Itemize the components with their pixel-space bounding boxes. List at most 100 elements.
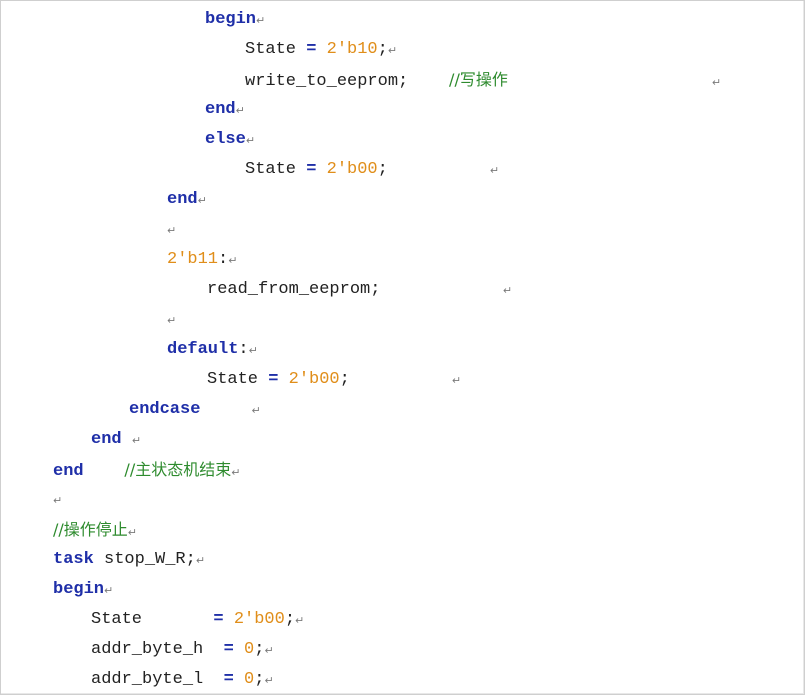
paragraph-mark: ↵ — [295, 614, 305, 627]
operator: = — [223, 670, 234, 689]
paragraph-mark: ↵ — [231, 466, 241, 479]
keyword: end — [91, 430, 122, 449]
code-text: State — [245, 160, 307, 179]
paragraph-mark: ↵ — [195, 554, 206, 567]
code-line: end //主状态机结束↵ — [53, 458, 240, 482]
code-line: endcase ↵ — [129, 398, 261, 422]
keyword: task — [53, 550, 94, 569]
paragraph-mark: ↵ — [53, 494, 63, 507]
code-line: ↵ — [167, 308, 176, 332]
keyword: end — [167, 190, 198, 209]
code-text: ; — [284, 610, 296, 629]
paragraph-mark: ↵ — [104, 584, 114, 597]
operator: = — [268, 370, 279, 389]
code-line: end↵ — [205, 98, 245, 122]
code-line: State = 2'b00;↵ — [91, 608, 304, 632]
paragraph-mark: ↵ — [167, 224, 177, 237]
code-text: : — [238, 340, 249, 359]
code-line: State = 2'b00; ↵ — [245, 158, 499, 182]
paragraph-mark: ↵ — [387, 44, 398, 57]
paragraph-mark: ↵ — [489, 164, 500, 177]
paragraph-mark: ↵ — [197, 194, 207, 207]
number-literal: 0 — [244, 640, 255, 659]
operator: = — [223, 640, 234, 659]
paragraph-mark: ↵ — [264, 674, 274, 687]
code-line: ↵ — [53, 488, 62, 512]
code-line: State = 2'b00; ↵ — [207, 368, 461, 392]
code-text: : — [218, 250, 229, 269]
number-literal: 0 — [244, 670, 255, 689]
code-line: ↵ — [167, 218, 176, 242]
code-line: read_from_eeprom; ↵ — [207, 278, 512, 302]
code-text: State — [207, 370, 269, 389]
code-line: end ↵ — [91, 428, 141, 452]
number-literal: 2'b00 — [233, 610, 285, 629]
code-line: end↵ — [167, 188, 207, 212]
code-line: begin↵ — [53, 578, 113, 602]
paragraph-mark: ↵ — [235, 104, 245, 117]
code-text: addr_byte_l — [91, 670, 224, 689]
operator: = — [306, 40, 317, 59]
keyword: begin — [205, 10, 257, 29]
code-line: else↵ — [205, 128, 255, 152]
paragraph-mark: ↵ — [245, 134, 256, 147]
code-text: read_from_eeprom; — [207, 280, 381, 299]
code-line: State = 2'b10;↵ — [245, 38, 397, 62]
code-text: stop_W_R; — [93, 550, 196, 569]
operator: = — [213, 610, 224, 629]
paragraph-mark: ↵ — [228, 254, 238, 267]
paragraph-mark: ↵ — [127, 526, 138, 539]
code-line: addr_byte_l = 0;↵ — [91, 668, 274, 692]
code-text: write_to_eeprom; — [245, 72, 409, 91]
number-literal: 2'b00 — [288, 370, 340, 389]
code-text: ; — [377, 160, 388, 179]
keyword: begin — [53, 580, 105, 599]
number-literal: 2'b11 — [167, 250, 219, 269]
keyword: else — [205, 130, 246, 149]
code-line: 2'b11:↵ — [167, 248, 237, 272]
code-line: begin↵ — [205, 8, 265, 32]
comment: //主状态机结束 — [124, 460, 232, 479]
operator: = — [306, 160, 317, 179]
document-frame: begin↵ State = 2'b10;↵ write_to_eeprom; //… — [0, 0, 805, 695]
paragraph-mark: ↵ — [711, 76, 722, 89]
comment: //写操作 — [449, 70, 508, 89]
number-literal: 2'b00 — [326, 160, 378, 179]
paragraph-mark: ↵ — [248, 344, 258, 357]
code-line: addr_byte_h = 0;↵ — [91, 638, 274, 662]
paragraph-mark: ↵ — [264, 644, 274, 657]
keyword: default — [167, 340, 239, 359]
paragraph-mark: ↵ — [502, 284, 513, 297]
code-line: write_to_eeprom; //写操作 ↵ — [245, 68, 721, 92]
keyword: end — [205, 100, 236, 119]
code-line: task stop_W_R;↵ — [53, 548, 205, 572]
paragraph-mark: ↵ — [256, 14, 266, 27]
code-text: ; — [339, 370, 350, 389]
code-line: default:↵ — [167, 338, 258, 362]
code-text: ; — [377, 40, 388, 59]
code-text: State — [245, 40, 307, 59]
code-text: ; — [254, 670, 265, 689]
code-text: addr_byte_h — [91, 640, 224, 659]
paragraph-mark: ↵ — [451, 374, 462, 387]
code-text: ; — [254, 640, 265, 659]
keyword: endcase — [129, 400, 201, 419]
paragraph-mark: ↵ — [167, 314, 177, 327]
keyword: end — [53, 462, 84, 481]
paragraph-mark: ↵ — [251, 404, 261, 417]
paragraph-mark: ↵ — [131, 434, 142, 447]
comment: //操作停止 — [53, 520, 128, 539]
